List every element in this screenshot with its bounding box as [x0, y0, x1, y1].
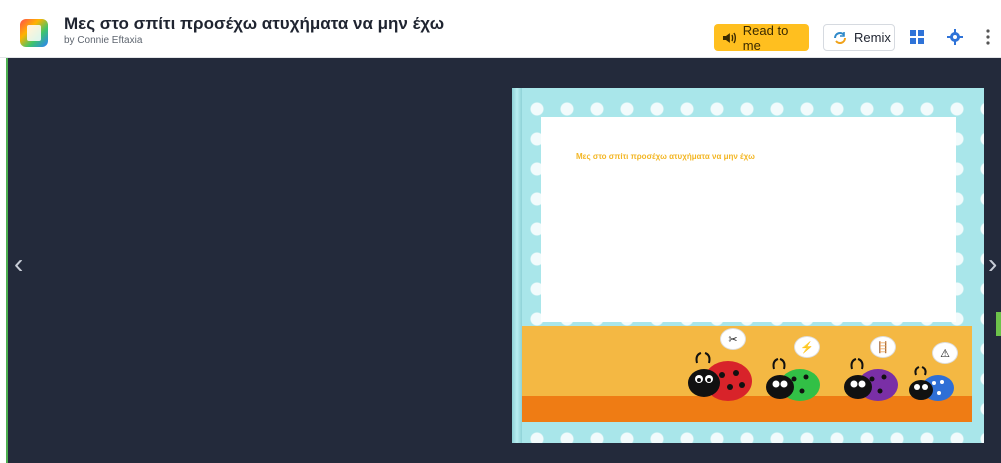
book-author: by Connie Eftaxia	[64, 35, 143, 46]
speech-bubble-icon: ⚠	[932, 342, 958, 364]
purple-ladybug-image	[844, 358, 898, 401]
cover-title: Μες στο σπίτι προσέχω ατυχήματα να μην έ…	[576, 152, 755, 161]
left-edge-strip	[0, 58, 8, 463]
speech-bubble-icon: ✂	[720, 328, 746, 350]
cover-page: Μες στο σπίτι προσέχω ατυχήματα να μην έ…	[541, 117, 956, 322]
speech-bubble-icon: 🪜	[870, 336, 896, 358]
read-to-me-label: Read to me	[742, 22, 789, 53]
remix-button[interactable]: Remix	[823, 24, 895, 51]
side-tab[interactable]	[996, 312, 1001, 336]
settings-gear-icon[interactable]	[944, 26, 966, 48]
remix-label: Remix	[854, 30, 891, 45]
previous-page-chevron-icon[interactable]: ‹	[14, 248, 36, 280]
book-title: Μες στο σπίτι προσέχω ατυχήματα να μην έ…	[64, 14, 445, 33]
speaker-icon	[722, 32, 736, 43]
more-options-icon[interactable]	[977, 26, 999, 48]
ladybug-illustration: ✂ ⚡ 🪜 ⚠	[522, 326, 972, 422]
green-ladybug-image	[766, 358, 820, 401]
read-to-me-button[interactable]: Read to me	[714, 22, 809, 53]
book-spine	[512, 88, 522, 443]
red-ladybug-image	[688, 352, 752, 401]
book-cover: Μες στο σπίτι προσέχω ατυχήματα να μην έ…	[512, 88, 984, 443]
app-logo-icon[interactable]	[20, 19, 48, 47]
next-page-chevron-icon[interactable]: ›	[988, 248, 1001, 280]
blue-ladybug-image	[909, 366, 954, 401]
remix-icon	[834, 31, 846, 44]
speech-bubble-icon: ⚡	[794, 336, 820, 358]
grid-view-icon[interactable]	[906, 26, 928, 48]
top-bar: Μες στο σπίτι προσέχω ατυχήματα να μην έ…	[0, 0, 1001, 58]
